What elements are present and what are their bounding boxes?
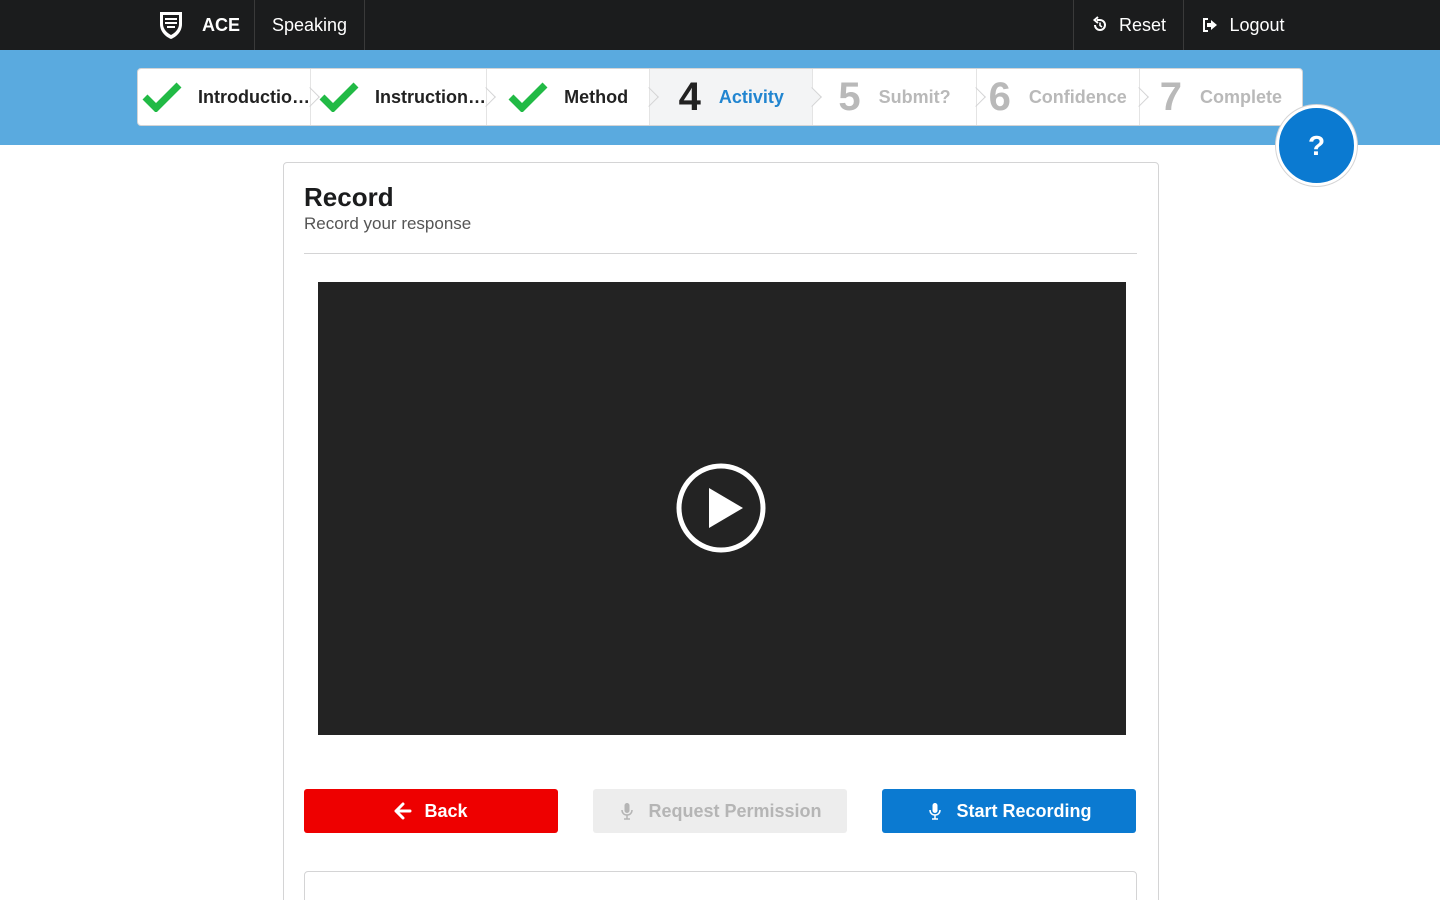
step-progress: Introductio… Instruction… Method 4 Activ… — [137, 68, 1303, 126]
step-introduction[interactable]: Introductio… — [138, 69, 320, 125]
step-label: Confidence — [1028, 86, 1127, 107]
brand-home-link[interactable]: ACE — [137, 0, 255, 50]
step-number: 7 — [1159, 75, 1183, 119]
sign-out-icon — [1203, 18, 1218, 32]
back-button[interactable]: Back — [304, 789, 558, 833]
nav-item-speaking[interactable]: Speaking — [255, 0, 365, 50]
step-number: 5 — [838, 75, 861, 119]
step-label: Method — [564, 86, 629, 107]
play-circle-icon[interactable] — [675, 462, 767, 554]
start-recording-label: Start Recording — [956, 800, 1092, 821]
step-label: Activity — [718, 86, 784, 107]
recordings-panel — [304, 871, 1137, 900]
request-permission-label: Request Permission — [648, 800, 822, 821]
step-instructions[interactable]: Instruction… — [311, 69, 496, 125]
brand-name: ACE — [202, 14, 241, 35]
step-complete: 7 Complete — [1140, 69, 1302, 125]
step-label: Instruction… — [374, 86, 486, 107]
step-label: Complete — [1200, 86, 1283, 107]
record-card: Record Record your response Back Request… — [283, 162, 1159, 900]
checkmark-icon — [508, 82, 548, 112]
step-method[interactable]: Method — [487, 69, 660, 125]
back-label: Back — [424, 800, 468, 821]
step-confidence: 6 Confidence — [977, 69, 1149, 125]
microphone-icon — [621, 803, 634, 820]
page-subtitle: Record your response — [304, 214, 472, 233]
microphone-icon — [929, 803, 942, 820]
logout-button[interactable]: Logout — [1184, 0, 1302, 50]
page-title: Record — [304, 182, 394, 212]
reset-button[interactable]: Reset — [1073, 0, 1184, 50]
divider — [304, 253, 1137, 254]
undo-icon — [1092, 16, 1106, 31]
start-recording-button[interactable]: Start Recording — [882, 789, 1136, 833]
step-label: Introductio… — [198, 86, 310, 107]
help-button[interactable]: ? — [1276, 105, 1357, 186]
step-submit: 5 Submit? — [813, 69, 986, 125]
step-number: 6 — [988, 75, 1011, 119]
step-number: 4 — [678, 75, 701, 119]
video-player[interactable] — [318, 282, 1126, 735]
top-navbar: ACE Speaking Reset Logout — [0, 0, 1440, 50]
crest-logo-icon — [160, 12, 182, 39]
reset-label: Reset — [1118, 14, 1167, 35]
logout-label: Logout — [1229, 14, 1285, 35]
checkmark-icon — [142, 82, 182, 112]
request-permission-button[interactable]: Request Permission — [593, 789, 847, 833]
arrow-left-icon — [394, 802, 412, 820]
step-label: Submit? — [878, 86, 951, 107]
checkmark-icon — [319, 82, 359, 112]
step-activity[interactable]: 4 Activity — [650, 69, 823, 125]
